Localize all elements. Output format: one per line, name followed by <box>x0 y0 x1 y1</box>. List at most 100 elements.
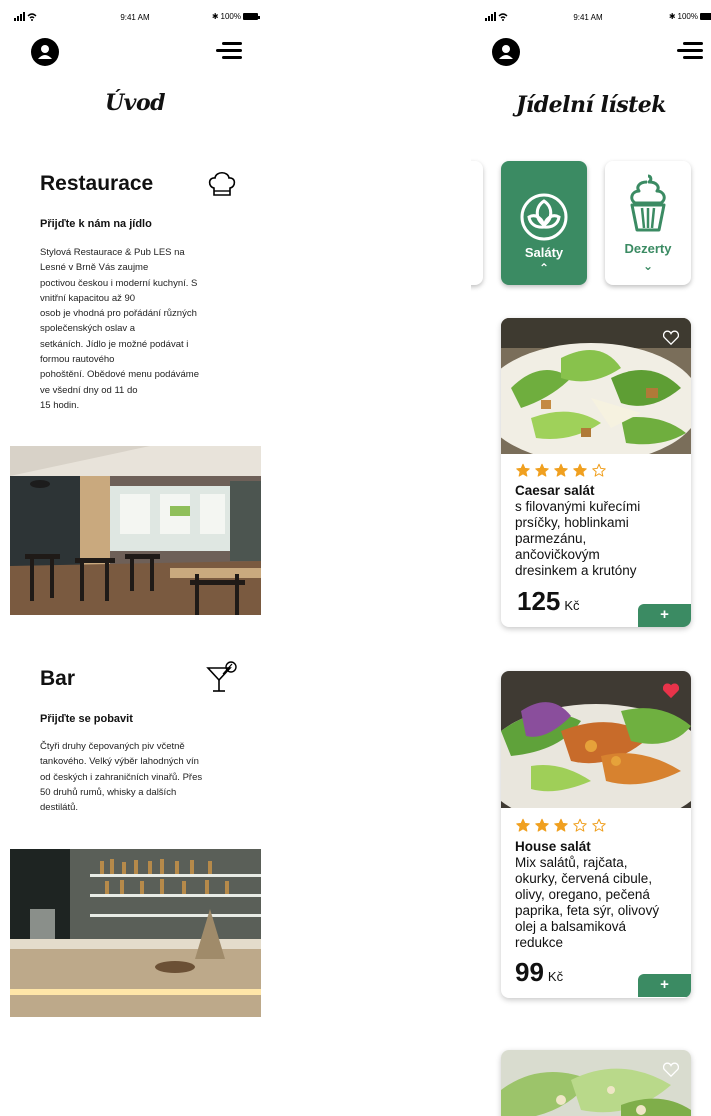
category-card-previous[interactable] <box>471 161 483 285</box>
text-line: Čtyři druhy čepovaných piv včetně <box>40 741 185 752</box>
bluetooth-icon: ✱ <box>211 12 219 21</box>
bar-photo <box>10 849 261 1017</box>
battery-percent: 100% <box>677 12 698 21</box>
text-line: Stylová Restaurace & Pub LES na <box>40 247 185 258</box>
user-icon <box>499 45 513 59</box>
price-currency: Kč <box>547 969 564 984</box>
add-to-cart-button[interactable]: + <box>638 974 691 997</box>
text-line: ve všední dny od 11 do <box>40 384 138 396</box>
item-name: House salát <box>515 839 591 854</box>
chevron-up-icon: ⌃ <box>538 261 550 275</box>
price-value: 99 <box>515 957 544 987</box>
text-line: okurky, červená cibule, <box>515 871 653 886</box>
menu-icon-bar <box>677 49 703 52</box>
text-line: osob je vhodná pro pořádání různých <box>40 308 197 320</box>
text-line: s filovanými kuřecími <box>515 499 641 514</box>
intro-screen: 9:41 AM ✱ 100% Úvod Restaurace Přijďte k… <box>0 0 270 1116</box>
food-photo <box>501 1050 691 1116</box>
text-line: společenských oslav a <box>40 323 136 335</box>
user-icon <box>38 45 52 59</box>
text-line: olej a balsamiková <box>515 919 627 934</box>
profile-button[interactable] <box>492 38 520 66</box>
menu-item-card[interactable] <box>501 1050 691 1116</box>
item-price: 99 Kč <box>515 957 563 988</box>
item-price: 125 Kč <box>517 586 580 617</box>
restaurant-photo <box>10 446 261 615</box>
text-line: tankového. Velký výběr lahodných vín <box>40 756 199 768</box>
menu-item-card[interactable]: House salát Mix salátů, rajčata, okurky,… <box>501 671 691 998</box>
star-empty-icon <box>573 818 587 832</box>
menu-icon <box>222 42 242 45</box>
restaurant-heading: Restaurace <box>40 172 154 195</box>
item-name: Caesar salát <box>515 483 595 498</box>
text-line: dresinkem a krutóny <box>515 563 637 578</box>
star-empty-icon <box>592 818 606 832</box>
category-label: Saláty <box>524 245 564 260</box>
star-filled-icon <box>573 463 587 477</box>
menu-button[interactable] <box>214 42 242 60</box>
restaurant-subheading: Přijďte k nám na jídlo <box>40 218 152 230</box>
star-filled-icon <box>516 818 530 832</box>
text-line: pohoštění. Obědové menu podáváme <box>40 369 199 381</box>
bar-heading: Bar <box>40 667 76 690</box>
text-line: vnitřní kapacitou až 90 <box>40 292 136 304</box>
star-filled-icon <box>554 818 568 832</box>
menu-icon-bar <box>683 56 703 59</box>
battery-indicator: ✱ 100% <box>211 12 260 21</box>
category-card-salads[interactable]: Saláty ⌃ <box>501 161 587 285</box>
star-empty-icon <box>592 463 606 477</box>
category-card-desserts[interactable]: Dezerty ⌄ <box>605 161 691 285</box>
rating-stars <box>515 463 607 478</box>
text-line: 50 druhů rumů, whisky a dalších <box>40 786 177 798</box>
text-line: olivy, oregano, pečená <box>515 887 650 902</box>
star-filled-icon <box>535 463 549 477</box>
menu-screen: 9:41 AM ✱ 100% Jídelní lístek Saláty ⌃ D… <box>471 0 711 1116</box>
category-label: Dezerty <box>624 241 672 256</box>
menu-icon-bar <box>222 56 242 59</box>
text-line: od českých i zahraničních vinařů. Přes <box>40 771 203 783</box>
battery-icon <box>243 13 260 20</box>
status-bar: 9:41 AM ✱ 100% <box>0 10 270 24</box>
bluetooth-icon: ✱ <box>668 12 676 21</box>
battery-percent: 100% <box>220 12 241 21</box>
item-description: s filovanými kuřecími prsíčky, hoblinkam… <box>515 499 685 579</box>
bar-subheading: Přijďte se pobavit <box>40 713 133 725</box>
rating-stars <box>515 818 607 833</box>
text-line: setkáních. Jídlo je možné podávat i <box>40 338 189 350</box>
chevron-down-icon: ⌄ <box>642 259 654 273</box>
favorite-heart-icon[interactable] <box>663 330 679 345</box>
text-line: paprika, feta sýr, olivový <box>515 903 660 918</box>
item-description: Mix salátů, rajčata, okurky, červená cib… <box>515 855 685 951</box>
text-line: formou rautového <box>40 354 115 366</box>
price-value: 125 <box>517 586 561 616</box>
text-line: destilátů. <box>40 802 79 814</box>
profile-button[interactable] <box>31 38 59 66</box>
text-line: poctivou českou i moderní kuchyní. S <box>40 277 198 289</box>
salad-icon <box>520 193 568 241</box>
star-filled-icon <box>535 818 549 832</box>
menu-button[interactable] <box>675 42 703 60</box>
menu-icon-bar <box>216 49 242 52</box>
price-currency: Kč <box>564 598 580 613</box>
battery-icon <box>700 13 711 20</box>
text-line: ančovičkovým <box>515 547 600 562</box>
menu-icon <box>683 42 703 45</box>
text-line: 15 hodin. <box>40 399 80 411</box>
star-filled-icon <box>516 463 530 477</box>
page-title: Jídelní lístek <box>515 92 667 118</box>
chef-hat-icon <box>208 171 236 196</box>
bar-description: Čtyři druhy čepovaných piv včetně tankov… <box>40 739 225 815</box>
battery-indicator: ✱ 100% <box>669 12 711 21</box>
page-title: Úvod <box>104 90 166 116</box>
cupcake-icon <box>630 174 666 232</box>
text-line: redukce <box>515 935 564 950</box>
add-to-cart-button[interactable]: + <box>638 604 691 627</box>
star-filled-icon <box>554 463 568 477</box>
text-line: Lesné v Brně Vás zaujme <box>40 262 149 274</box>
favorite-heart-icon[interactable] <box>663 1062 679 1077</box>
cocktail-icon <box>206 661 237 692</box>
text-line: prsíčky, hoblinkami <box>515 515 629 530</box>
text-line: parmezánu, <box>515 531 587 546</box>
favorite-heart-icon[interactable] <box>663 683 679 698</box>
menu-item-card[interactable]: Caesar salát s filovanými kuřecími prsíč… <box>501 318 691 627</box>
